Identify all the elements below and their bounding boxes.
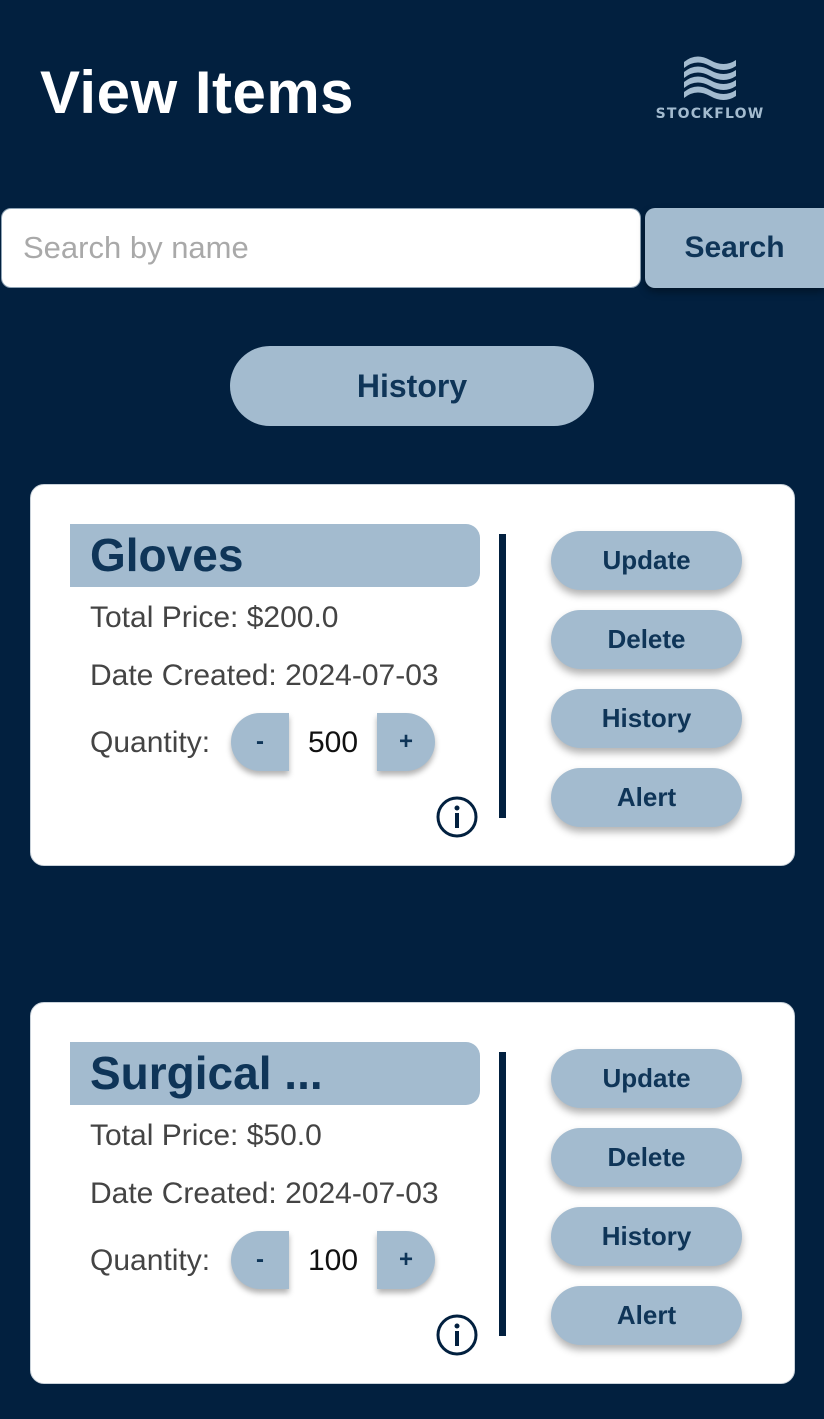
item-name: Gloves [70, 524, 480, 587]
quantity-value: 100 [307, 1244, 359, 1277]
vertical-divider [499, 1052, 506, 1336]
update-button[interactable]: Update [551, 1049, 742, 1108]
date-created-row: Date Created: 2024-07-03 [90, 659, 439, 693]
item-card: Gloves Total Price: $200.0 Date Created:… [30, 484, 795, 866]
vertical-divider [499, 534, 506, 818]
wave-logo-icon [684, 56, 736, 100]
quantity-decrement-button[interactable]: - [231, 1231, 289, 1289]
total-price-row: Total Price: $200.0 [90, 601, 339, 635]
stockflow-logo: STOCKFLOW [650, 54, 770, 130]
date-created-value: 2024-07-03 [285, 659, 439, 692]
total-price-value: $200.0 [246, 601, 339, 634]
search-button[interactable]: Search [645, 208, 824, 288]
delete-button[interactable]: Delete [551, 1128, 742, 1187]
total-price-label: Total Price: [90, 1119, 239, 1152]
search-input[interactable] [1, 208, 641, 288]
page-title: View Items [40, 59, 355, 126]
update-button[interactable]: Update [551, 531, 742, 590]
info-icon[interactable] [436, 796, 478, 838]
item-name: Surgical ... [70, 1042, 480, 1105]
history-button[interactable]: History [230, 346, 594, 426]
quantity-increment-button[interactable]: + [377, 1231, 435, 1289]
item-history-button[interactable]: History [551, 1207, 742, 1266]
date-created-row: Date Created: 2024-07-03 [90, 1177, 439, 1211]
item-card: Surgical ... Total Price: $50.0 Date Cre… [30, 1002, 795, 1384]
date-created-value: 2024-07-03 [285, 1177, 439, 1210]
quantity-value: 500 [307, 726, 359, 759]
total-price-value: $50.0 [246, 1119, 322, 1152]
quantity-increment-button[interactable]: + [377, 713, 435, 771]
total-price-label: Total Price: [90, 601, 239, 634]
info-icon[interactable] [436, 1314, 478, 1356]
alert-button[interactable]: Alert [551, 1286, 742, 1345]
date-created-label: Date Created: [90, 1177, 277, 1210]
date-created-label: Date Created: [90, 659, 277, 692]
quantity-decrement-button[interactable]: - [231, 713, 289, 771]
delete-button[interactable]: Delete [551, 610, 742, 669]
total-price-row: Total Price: $50.0 [90, 1119, 322, 1153]
quantity-label: Quantity: [90, 726, 211, 759]
item-history-button[interactable]: History [551, 689, 742, 748]
alert-button[interactable]: Alert [551, 768, 742, 827]
quantity-label: Quantity: [90, 1244, 211, 1277]
logo-text: STOCKFLOW [655, 106, 765, 122]
